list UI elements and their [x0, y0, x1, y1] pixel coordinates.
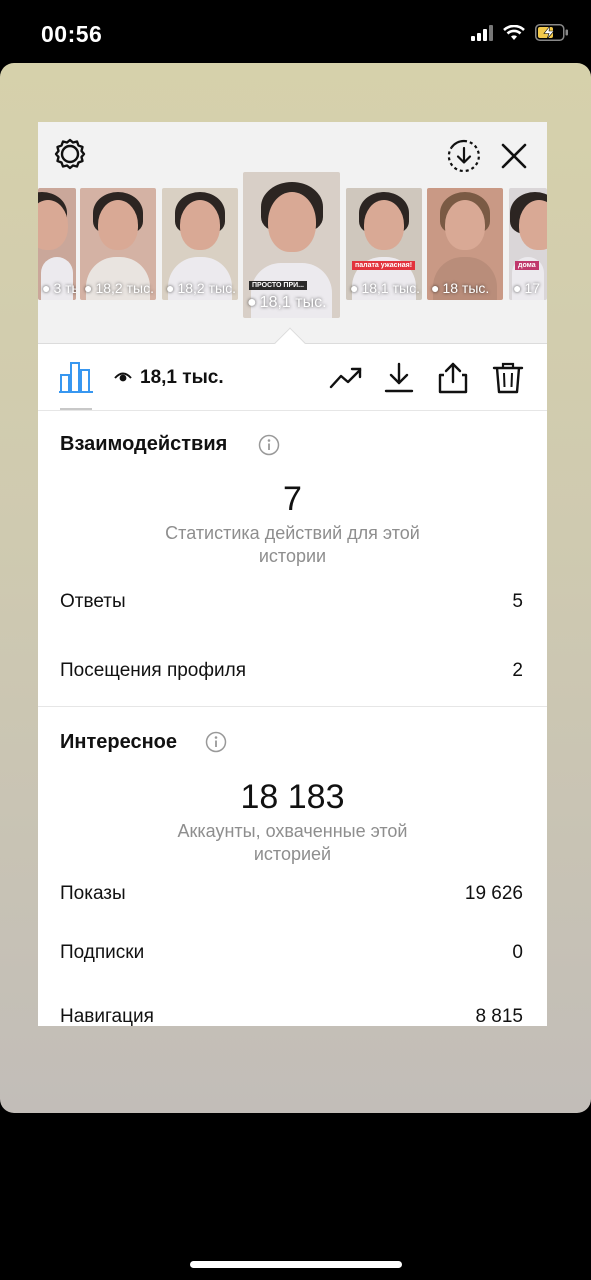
info-icon[interactable] [258, 434, 280, 456]
share-icon[interactable] [436, 361, 470, 395]
navigation-label: Навигация [60, 1006, 154, 1026]
impressions-label: Показы [60, 883, 126, 904]
battery-charging-icon [535, 24, 568, 41]
eye-icon: ● [350, 280, 359, 296]
thumbnail-sticker: ПРОСТО ПРИ... [249, 281, 307, 290]
follows-label: Подписки [60, 942, 145, 963]
story-thumbnail-active[interactable]: ПРОСТО ПРИ... ● 18,1 тыс. [243, 172, 340, 318]
signal-icon [471, 24, 493, 41]
eye-icon: ● [42, 280, 51, 296]
eye-icon: ● [513, 280, 522, 296]
story-thumbnail[interactable]: ● 18,2 тыс. [162, 188, 238, 300]
home-indicator[interactable] [190, 1261, 402, 1268]
status-icons [471, 24, 569, 41]
reach-total: 18 183 [240, 778, 345, 816]
story-carousel-header: ●3 тыс. ●18,2 тыс. ●18,2 тыс. ПРОСТО ПРИ… [38, 122, 547, 344]
settings-gear-icon[interactable] [52, 136, 88, 172]
wifi-icon [503, 24, 525, 40]
profile-visits-value: 2 [512, 660, 523, 681]
save-to-archive-icon[interactable] [446, 138, 482, 174]
eye-icon: ● [431, 280, 440, 296]
navigation-value: 8 815 [475, 1006, 523, 1026]
thumbnail-views: ● 17 [513, 280, 541, 296]
insights-toolbar: 18,1 тыс. [38, 345, 547, 411]
eye-icon: ● [166, 280, 175, 296]
interactions-caption: Статистика действий для этой истории [165, 523, 420, 566]
interactions-total: 7 [283, 480, 302, 518]
interactions-title: Взаимодействия [60, 433, 228, 455]
story-thumbnail[interactable]: ●3 тыс. [38, 188, 76, 300]
tab-underline [60, 408, 92, 410]
impressions-value: 19 626 [464, 883, 523, 904]
insights-panel: ●3 тыс. ●18,2 тыс. ●18,2 тыс. ПРОСТО ПРИ… [38, 122, 547, 1026]
thumbnail-views: ● 18,2 тыс. [84, 280, 154, 296]
thumbnail-views: ● 18,2 тыс. [166, 280, 236, 296]
discovery-title: Интересное [60, 731, 177, 753]
download-icon[interactable] [382, 361, 416, 395]
eye-icon: ● [247, 294, 257, 311]
section-divider [38, 706, 547, 707]
follows-value: 0 [512, 942, 523, 963]
profile-visits-label: Посещения профиля [60, 660, 246, 681]
story-thumbnail[interactable]: ● 18,2 тыс. [80, 188, 156, 300]
status-bar: 00:56 [0, 0, 591, 62]
reach-caption: Аккаунты, охваченные этой историей [177, 821, 408, 864]
views-count: 18,1 тыс. [140, 367, 224, 388]
story-thumbnail[interactable]: палата ужасная! ● 18,1 тыс. [346, 188, 422, 300]
thumbnail-views: ● 18,1 тыс. [247, 294, 327, 311]
trash-icon[interactable] [491, 361, 525, 395]
bar-chart-icon[interactable] [58, 359, 94, 395]
thumbnail-views: ● 18 тыс. [431, 280, 490, 296]
replies-label: Ответы [60, 591, 126, 612]
thumbnail-sticker: дома [515, 261, 539, 270]
replies-value: 5 [512, 591, 523, 612]
eye-icon: ● [84, 280, 93, 296]
eye-icon [114, 372, 132, 382]
story-thumbnail[interactable]: ● 18 тыс. [427, 188, 503, 300]
close-icon[interactable] [498, 140, 530, 172]
status-time: 00:56 [41, 21, 103, 47]
thumbnail-views: ● 18,1 тыс. [350, 280, 420, 296]
thumbnail-sticker: палата ужасная! [352, 261, 416, 270]
info-icon[interactable] [205, 731, 227, 753]
story-thumbnail[interactable]: дома ● 17 [509, 188, 547, 300]
thumbnail-views: ●3 тыс. [42, 280, 76, 296]
promote-trend-icon[interactable] [329, 361, 363, 395]
